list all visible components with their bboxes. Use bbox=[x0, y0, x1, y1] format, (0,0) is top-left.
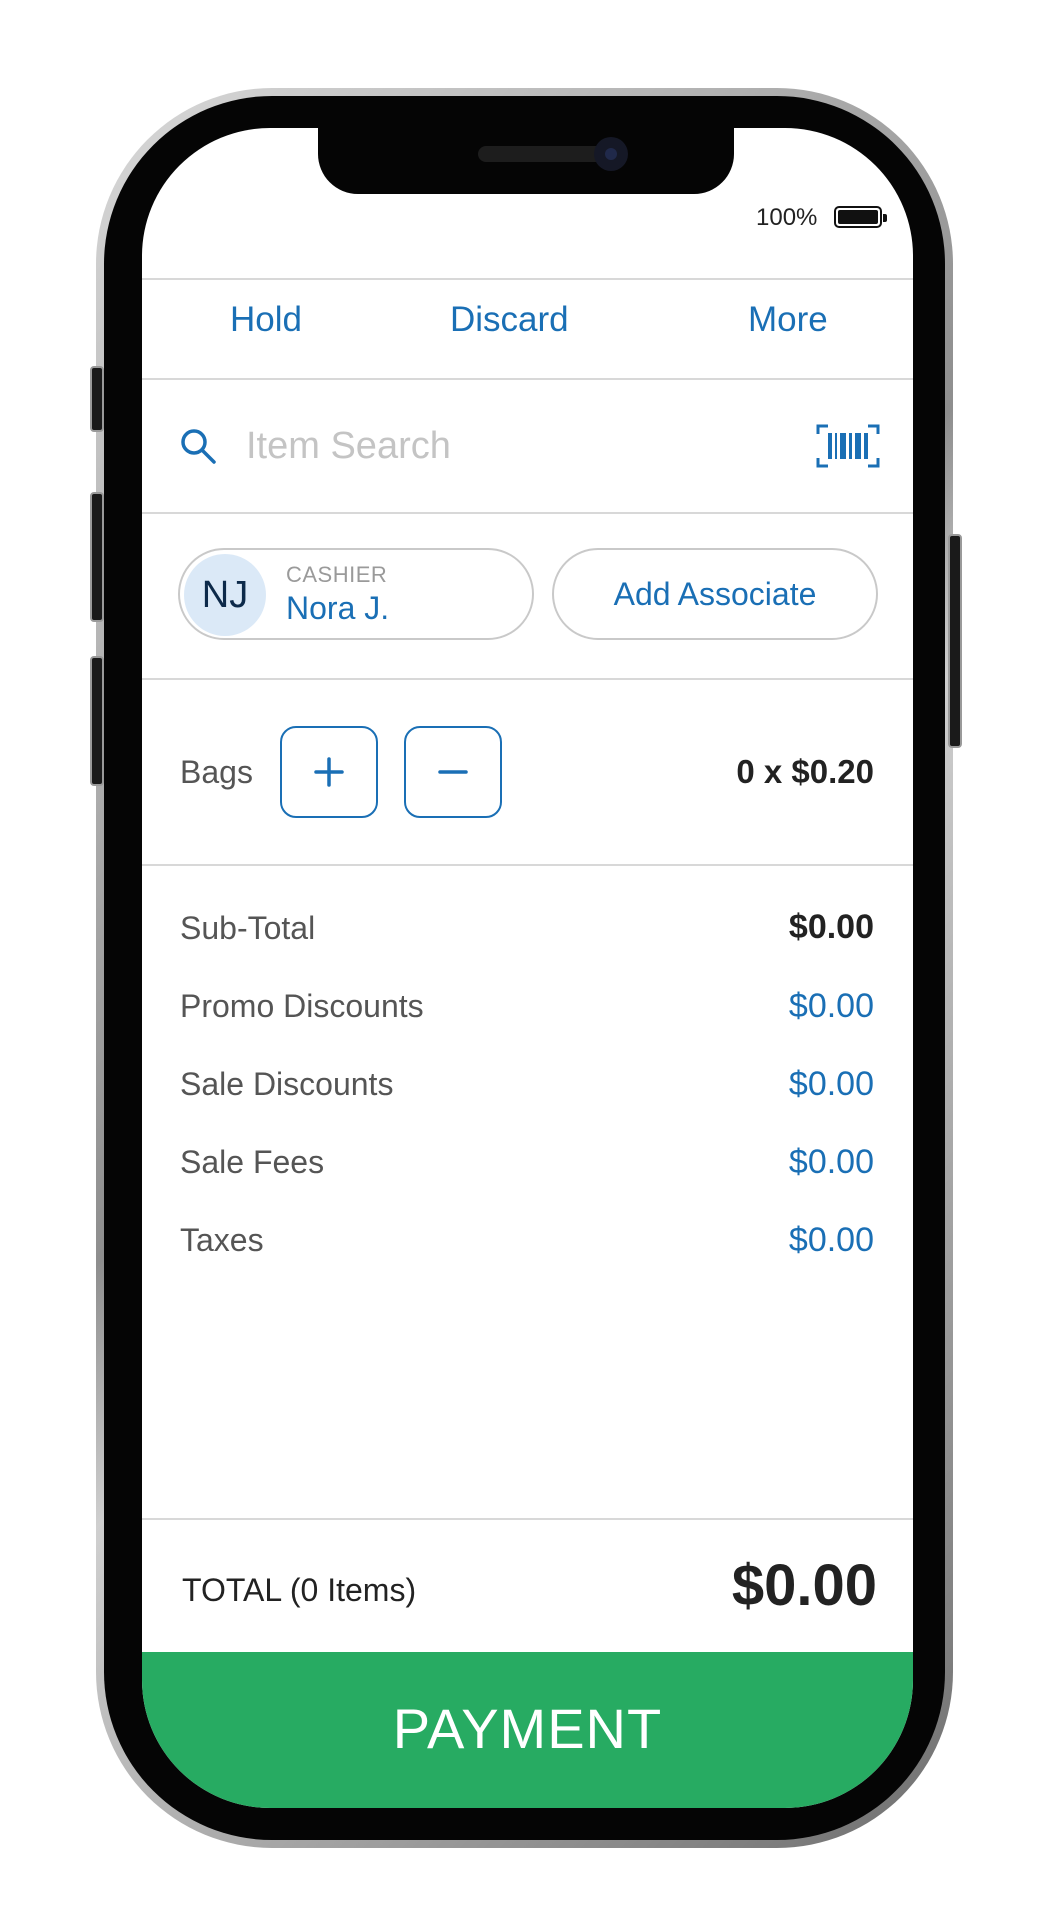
add-bag-button[interactable] bbox=[280, 726, 378, 818]
barcode-icon[interactable] bbox=[816, 424, 880, 468]
search-icon bbox=[181, 429, 216, 464]
mute-switch bbox=[90, 366, 104, 432]
subtotal-value: $0.00 bbox=[788, 908, 874, 946]
hold-button[interactable]: Hold bbox=[230, 300, 302, 340]
add-associate-label: Add Associate bbox=[613, 575, 817, 612]
cashier-name: Nora J. bbox=[286, 590, 390, 626]
plus-icon bbox=[314, 757, 344, 787]
battery-icon bbox=[834, 206, 887, 228]
payment-button[interactable]: PAYMENT bbox=[142, 1652, 913, 1808]
bags-divider bbox=[142, 864, 913, 866]
battery-percentage: 100% bbox=[756, 204, 818, 231]
bags-label: Bags bbox=[180, 754, 253, 790]
add-associate-button[interactable]: Add Associate bbox=[552, 548, 878, 640]
taxes-label: Taxes bbox=[180, 1222, 264, 1258]
sale-fees-value[interactable]: $0.00 bbox=[789, 1143, 874, 1182]
total-value: $0.00 bbox=[731, 1553, 877, 1618]
bag-quantity-price: 0 x $0.20 bbox=[736, 753, 874, 790]
minus-icon bbox=[438, 770, 468, 774]
item-search-input[interactable] bbox=[246, 420, 786, 472]
cashier-role-label: CASHIER bbox=[286, 562, 388, 587]
promo-discounts-label: Promo Discounts bbox=[180, 988, 424, 1024]
power-button bbox=[948, 534, 962, 748]
volume-down-button bbox=[90, 656, 104, 786]
status-divider bbox=[142, 278, 913, 280]
payment-label: PAYMENT bbox=[392, 1697, 663, 1760]
volume-up-button bbox=[90, 492, 104, 622]
total-divider bbox=[142, 1518, 913, 1520]
remove-bag-button[interactable] bbox=[404, 726, 502, 818]
taxes-value[interactable]: $0.00 bbox=[789, 1221, 874, 1260]
speaker-grille bbox=[478, 146, 604, 162]
discard-button[interactable]: Discard bbox=[450, 300, 569, 340]
search-divider bbox=[142, 512, 913, 514]
promo-discounts-value[interactable]: $0.00 bbox=[789, 987, 874, 1026]
cashier-avatar: NJ bbox=[184, 554, 266, 636]
front-camera bbox=[594, 137, 628, 171]
total-label: TOTAL (0 Items) bbox=[182, 1572, 417, 1608]
sale-discounts-value[interactable]: $0.00 bbox=[789, 1065, 874, 1104]
sale-fees-label: Sale Fees bbox=[180, 1144, 325, 1180]
subtotal-label: Sub-Total bbox=[180, 910, 316, 946]
cashier-divider bbox=[142, 678, 913, 680]
more-button[interactable]: More bbox=[748, 300, 828, 340]
toolbar-divider bbox=[142, 378, 913, 380]
sale-discounts-label: Sale Discounts bbox=[180, 1066, 394, 1102]
